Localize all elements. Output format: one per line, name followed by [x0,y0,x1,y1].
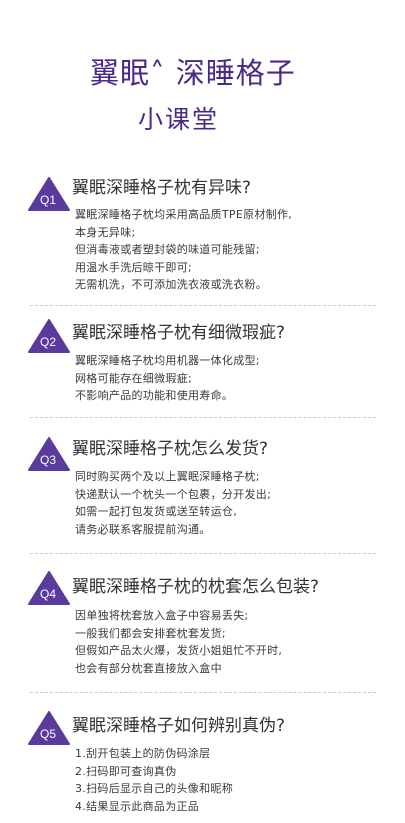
answer-line: 本身无异味; [75,225,136,239]
answer-line: 1.刮开包装上的防伪码涂层 [75,747,211,760]
answer-line: 无需机洗，不可添加洗衣液或洗衣粉。 [75,278,268,291]
answer-line: 一般我们都会安排套枕套发货; [75,626,226,640]
header: 翼眠˄ 深睡格子 小课堂 [0,0,405,150]
brand-subtitle: 小课堂 [138,105,220,134]
question-badge-icon: Q5 [27,710,71,746]
answer-line: 不影响产品的功能和使用寿命。 [75,389,234,402]
answer-text: 翼眠深睡格子枕均采用高品质TPE原材制作, 本身无异味; 但消毒液或者塑封袋的味… [75,206,292,294]
answer-line: 翼眠深睡格子枕均采用高品质TPE原材制作, [75,208,293,221]
answer-line: 如需一起打包发货或送至转运仓, [75,505,237,518]
section-divider [30,692,376,693]
question-badge-icon: Q3 [27,436,71,472]
answer-line: 快递默认一个枕头一个包裹，分开发出; [75,487,272,501]
section-divider [30,553,376,554]
question-title: 翼眠深睡格子枕怎么发货? [72,439,269,459]
question-title: 翼眠深睡格子枕有细微瑕疵? [72,323,286,343]
brand-title: 翼眠˄ 深睡格子 [90,56,296,90]
question-title: 翼眠深睡格子枕有异味? [72,178,252,198]
answer-text: 同时购买两个及以上翼眠深睡格子枕; 快递默认一个枕头一个包裹，分开发出; 如需一… [75,468,271,538]
answer-line: 3.扫码后显示自己的头像和昵称 [75,782,233,795]
answer-text: 翼眠深睡格子枕均用机器一体化成型; 网格可能存在细微瑕疵; 不影响产品的功能和使… [75,352,260,405]
answer-text: 因单独将枕套放入盒子中容易丢失; 一般我们都会安排套枕套发货; 但假如产品太火爆… [75,607,282,677]
question-badge-label: Q2 [40,335,56,349]
answer-line: 同时购买两个及以上翼眠深睡格子枕; [75,470,260,483]
question-title: 翼眠深睡格子如何辨别真伪? [72,716,286,736]
answer-line: 但假如产品太火爆，发货小姐姐忙不开时, [75,644,283,657]
answer-line: 用温水手洗后晾干即可; [75,260,193,274]
answer-line: 翼眠深睡格子枕均用机器一体化成型; [75,354,260,367]
answer-line: 也会有部分枕套直接放入盒中 [75,661,222,675]
question-badge-label: Q5 [40,727,56,741]
answer-line: 2.扫码即可查询真伪 [75,764,177,778]
question-badge-label: Q4 [40,587,56,601]
question-badge-icon: Q2 [27,318,71,354]
answer-line: 请务必联系客服提前沟通。 [75,522,211,536]
question-title: 翼眠深睡格子枕的枕套怎么包装? [72,577,320,597]
answer-text: 1.刮开包装上的防伪码涂层 2.扫码即可查询真伪 3.扫码后显示自己的头像和昵称… [75,745,233,815]
answer-line: 网格可能存在细微瑕疵; [75,371,193,385]
section-divider [30,417,376,418]
section-divider [30,305,376,306]
answer-line: 因单独将枕套放入盒子中容易丢失; [75,609,249,622]
question-badge-label: Q3 [40,453,56,467]
question-badge-icon: Q4 [27,570,71,606]
answer-line: 但消毒液或者塑封袋的味道可能残留; [75,243,260,256]
question-badge-icon: Q1 [27,176,71,212]
question-badge-label: Q1 [40,193,56,207]
answer-line: 4.结果显示此商品为正品 [75,799,200,813]
